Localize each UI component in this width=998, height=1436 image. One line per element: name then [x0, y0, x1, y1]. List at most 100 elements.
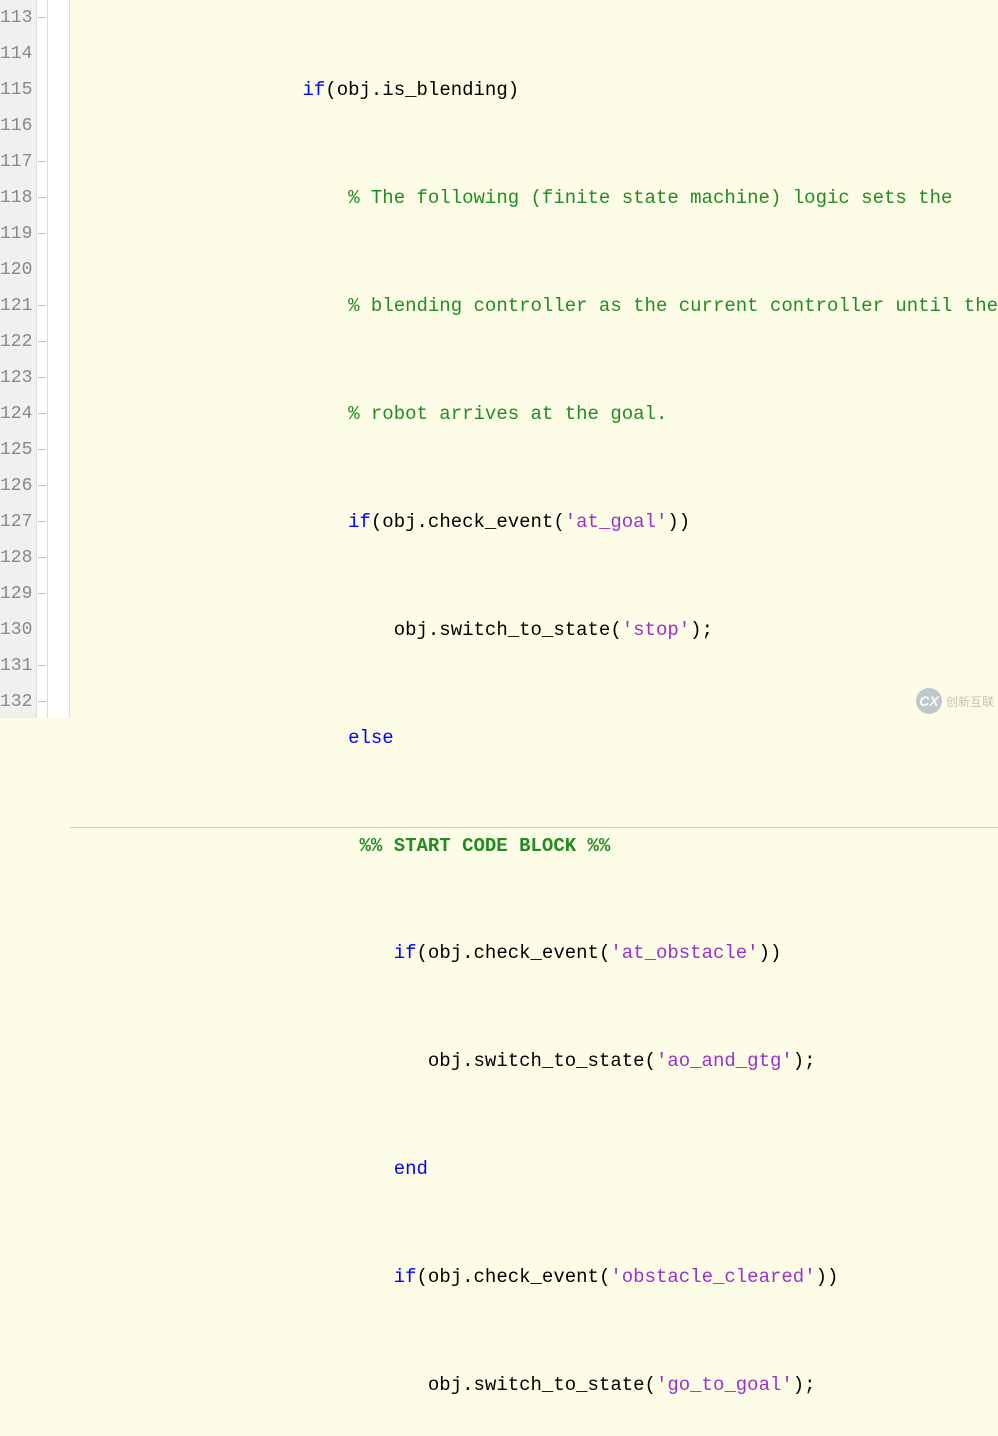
indent [74, 1050, 427, 1072]
line-number: 128 [0, 540, 36, 576]
code-text: (obj.check_event( [417, 942, 611, 964]
line-number: 114 [0, 36, 36, 72]
code-text: )) [667, 511, 690, 533]
section-comment: %% START CODE BLOCK %% [359, 835, 610, 857]
code-line[interactable]: if(obj.check_event('obstacle_cleared')) [70, 1259, 998, 1295]
fold-column: — — — — — — — — — — — — — — — [37, 0, 48, 718]
code-line[interactable]: obj.switch_to_state('ao_and_gtg'); [70, 1043, 998, 1079]
fold-mark[interactable]: — [37, 432, 47, 468]
code-text: (obj.check_event( [417, 1266, 611, 1288]
string-literal: 'obstacle_cleared' [610, 1266, 815, 1288]
line-number: 118 [0, 180, 36, 216]
keyword-end: end [394, 1158, 428, 1180]
line-number: 115 [0, 72, 36, 108]
fold-mark[interactable]: — [37, 144, 47, 180]
code-text: obj.switch_to_state( [394, 619, 622, 641]
keyword-if: if [302, 79, 325, 101]
fold-mark[interactable] [37, 252, 47, 288]
fold-mark[interactable]: — [37, 648, 47, 684]
code-text: (obj.is_blending) [325, 79, 519, 101]
fold-mark[interactable]: — [37, 504, 47, 540]
code-line[interactable]: % blending controller as the current con… [70, 288, 998, 324]
code-area[interactable]: if(obj.is_blending) % The following (fin… [70, 0, 998, 718]
keyword-if: if [394, 942, 417, 964]
code-line[interactable]: if(obj.check_event('at_goal')) [70, 504, 998, 540]
watermark: CX 创新互联 [916, 688, 994, 714]
code-line[interactable]: % robot arrives at the goal. [70, 396, 998, 432]
watermark-text: 创新互联 [946, 693, 994, 710]
string-literal: 'at_goal' [565, 511, 668, 533]
comment: % robot arrives at the goal. [348, 403, 667, 425]
code-line[interactable]: if(obj.is_blending) [70, 72, 998, 108]
line-number: 119 [0, 216, 36, 252]
line-number: 129 [0, 576, 36, 612]
indent [74, 835, 359, 857]
string-literal: 'ao_and_gtg' [656, 1050, 793, 1072]
code-editor: 113 114 115 116 117 118 119 120 121 122 … [0, 0, 998, 718]
indent [74, 295, 348, 317]
code-line[interactable]: end [70, 1151, 998, 1187]
code-line[interactable]: obj.switch_to_state('stop'); [70, 612, 998, 648]
comment: % blending controller as the current con… [348, 295, 998, 317]
code-text: ); [690, 619, 713, 641]
fold-mark[interactable]: — [37, 324, 47, 360]
fold-mark[interactable] [37, 36, 47, 72]
fold-mark[interactable]: — [37, 576, 47, 612]
indent [74, 727, 348, 749]
line-number: 132 [0, 684, 36, 720]
line-number: 117 [0, 144, 36, 180]
keyword-if: if [348, 511, 371, 533]
indent [74, 942, 393, 964]
line-number: 126 [0, 468, 36, 504]
fold-mark[interactable]: — [37, 684, 47, 720]
fold-mark[interactable] [37, 108, 47, 144]
code-text: (obj.check_event( [371, 511, 565, 533]
string-literal: 'at_obstacle' [610, 942, 758, 964]
code-line[interactable]: else [70, 720, 998, 756]
line-number: 121 [0, 288, 36, 324]
line-number-gutter: 113 114 115 116 117 118 119 120 121 122 … [0, 0, 37, 718]
line-number: 122 [0, 324, 36, 360]
line-number: 131 [0, 648, 36, 684]
indent [74, 619, 393, 641]
string-literal: 'go_to_goal' [656, 1374, 793, 1396]
code-text: ); [793, 1050, 816, 1072]
line-number: 130 [0, 612, 36, 648]
string-literal: 'stop' [622, 619, 690, 641]
code-text: )) [816, 1266, 839, 1288]
keyword-if: if [394, 1266, 417, 1288]
indent [74, 187, 348, 209]
indent [74, 511, 348, 533]
line-number: 127 [0, 504, 36, 540]
code-text: obj.switch_to_state( [428, 1374, 656, 1396]
fold-mark[interactable]: — [37, 468, 47, 504]
fold-mark[interactable] [37, 612, 47, 648]
line-number: 113 [0, 0, 36, 36]
line-number: 123 [0, 360, 36, 396]
fold-mark[interactable] [37, 72, 47, 108]
fold-mark[interactable]: — [37, 0, 47, 36]
line-number: 125 [0, 432, 36, 468]
code-text: )) [759, 942, 782, 964]
fold-mark[interactable]: — [37, 360, 47, 396]
indent [74, 403, 348, 425]
fold-mark[interactable]: — [37, 288, 47, 324]
indent [74, 1266, 393, 1288]
indent [74, 79, 302, 101]
indent-column [48, 0, 70, 718]
comment: % The following (finite state machine) l… [348, 187, 952, 209]
fold-mark[interactable]: — [37, 396, 47, 432]
line-number: 116 [0, 108, 36, 144]
watermark-icon: CX [916, 688, 942, 714]
code-line[interactable]: if(obj.check_event('at_obstacle')) [70, 935, 998, 971]
fold-mark[interactable]: — [37, 180, 47, 216]
keyword-else: else [348, 727, 394, 749]
code-line[interactable]: % The following (finite state machine) l… [70, 180, 998, 216]
fold-mark[interactable]: — [37, 540, 47, 576]
code-line[interactable]: %% START CODE BLOCK %% [70, 827, 998, 863]
code-text: ); [793, 1374, 816, 1396]
code-line[interactable]: obj.switch_to_state('go_to_goal'); [70, 1367, 998, 1403]
line-number: 124 [0, 396, 36, 432]
fold-mark[interactable]: — [37, 216, 47, 252]
code-text: obj.switch_to_state( [428, 1050, 656, 1072]
